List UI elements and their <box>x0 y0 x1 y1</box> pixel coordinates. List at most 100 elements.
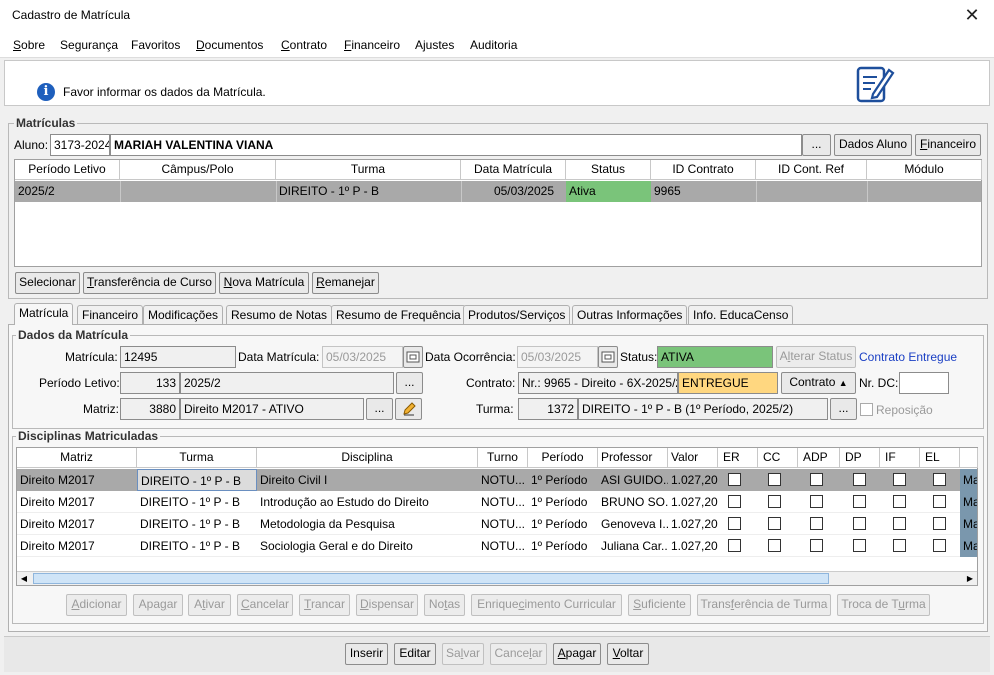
financeiro-button[interactable]: Financeiro <box>915 134 981 156</box>
tab-produtos-servicos[interactable]: Produtos/Serviços <box>463 305 571 324</box>
aluno-id-field[interactable]: 3173-2024 <box>50 134 110 156</box>
col-professor[interactable]: Professor <box>598 448 668 468</box>
col-status[interactable]: Status <box>566 160 651 180</box>
col-dp[interactable]: DP <box>840 448 880 468</box>
el-checkbox[interactable] <box>933 473 946 486</box>
menu-favoritos[interactable]: Favoritos <box>131 38 180 52</box>
cc-checkbox[interactable] <box>768 517 781 530</box>
aluno-name-field[interactable]: MARIAH VALENTINA VIANA <box>110 134 802 156</box>
selecionar-button[interactable]: Selecionar <box>15 272 80 294</box>
cancelar-button[interactable]: Cancelar <box>237 594 293 616</box>
col-turma[interactable]: Turma <box>276 160 461 180</box>
matriz-field[interactable]: Direito M2017 - ATIVO <box>180 398 364 420</box>
er-checkbox[interactable] <box>728 473 741 486</box>
table-row[interactable]: Direito M2017 DIREITO - 1º P - B Introdu… <box>17 491 977 513</box>
voltar-button[interactable]: Voltar <box>607 643 649 665</box>
ativar-button[interactable]: Ativar <box>188 594 231 616</box>
tab-resumo-frequencia[interactable]: Resumo de Frequência <box>331 305 466 324</box>
apagar-footer-button[interactable]: Apagar <box>553 643 601 665</box>
close-icon[interactable]: ✕ <box>958 3 986 27</box>
matriculas-table[interactable]: Período Letivo Câmpus/Polo Turma Data Ma… <box>14 159 982 267</box>
contrato-field[interactable]: Nr.: 9965 - Direito - 6X-2025/2 <box>518 372 678 394</box>
menu-financeiro[interactable]: Financeiro <box>344 38 400 52</box>
col-turno[interactable]: Turno <box>478 448 528 468</box>
dp-checkbox[interactable] <box>853 517 866 530</box>
adp-checkbox[interactable] <box>810 539 823 552</box>
col-periodo[interactable]: Período <box>528 448 598 468</box>
tab-outras-informacoes[interactable]: Outras Informações <box>572 305 688 324</box>
adp-checkbox[interactable] <box>810 495 823 508</box>
col-er[interactable]: ER <box>718 448 758 468</box>
transferencia-turma-button[interactable]: Transferência de Turma <box>697 594 831 616</box>
enriquecimento-curricular-button[interactable]: Enriquecimento Curricular <box>471 594 622 616</box>
dp-checkbox[interactable] <box>853 539 866 552</box>
dp-checkbox[interactable] <box>853 495 866 508</box>
er-checkbox[interactable] <box>728 495 741 508</box>
col-disciplina[interactable]: Disciplina <box>257 448 478 468</box>
menu-sobre[interactable]: Sobre <box>13 38 45 52</box>
calendar-icon[interactable] <box>403 346 423 368</box>
col-periodo-letivo[interactable]: Período Letivo <box>15 160 120 180</box>
matricula-field[interactable]: 12495 <box>120 346 236 368</box>
table-row[interactable]: 2025/2 DIREITO - 1º P - B 05/03/2025 Ati… <box>15 181 981 202</box>
periodo-id-field[interactable]: 133 <box>120 372 180 394</box>
notas-button[interactable]: Notas <box>424 594 465 616</box>
aluno-search-button[interactable]: ... <box>802 134 831 156</box>
el-checkbox[interactable] <box>933 539 946 552</box>
if-checkbox[interactable] <box>893 539 906 552</box>
menu-seguranca[interactable]: Segurança <box>60 38 118 52</box>
disciplinas-table[interactable]: Matriz Turma Disciplina Turno Período Pr… <box>16 447 978 586</box>
pencil-icon[interactable] <box>395 398 422 420</box>
scroll-right-icon[interactable]: ▶ <box>963 572 977 585</box>
scrollbar-thumb[interactable] <box>33 573 829 584</box>
scroll-left-icon[interactable]: ◀ <box>17 572 31 585</box>
col-adp[interactable]: ADP <box>798 448 840 468</box>
data-matricula-field[interactable]: 05/03/2025 <box>322 346 403 368</box>
cc-checkbox[interactable] <box>768 539 781 552</box>
turma-id-field[interactable]: 1372 <box>518 398 578 420</box>
nova-matricula-button[interactable]: Nova Matrícula <box>219 272 309 294</box>
tab-financeiro[interactable]: Financeiro <box>77 305 144 324</box>
if-checkbox[interactable] <box>893 495 906 508</box>
inserir-button[interactable]: Inserir <box>345 643 388 665</box>
matriz-id-field[interactable]: 3880 <box>120 398 180 420</box>
menu-auditoria[interactable]: Auditoria <box>470 38 517 52</box>
cc-checkbox[interactable] <box>768 495 781 508</box>
periodo-search-button[interactable]: ... <box>396 372 423 394</box>
contrato-entregue-link[interactable]: Contrato Entregue <box>859 350 957 364</box>
matriz-search-button[interactable]: ... <box>366 398 393 420</box>
suficiente-button[interactable]: Suficiente <box>628 594 691 616</box>
dp-checkbox[interactable] <box>853 473 866 486</box>
trancar-button[interactable]: Trancar <box>299 594 350 616</box>
nr-dc-field[interactable] <box>899 372 949 394</box>
col-modulo[interactable]: Módulo <box>867 160 982 180</box>
col-campus-polo[interactable]: Câmpus/Polo <box>120 160 276 180</box>
col-valor[interactable]: Valor <box>668 448 718 468</box>
col-data-matricula[interactable]: Data Matrícula <box>461 160 566 180</box>
menu-contrato[interactable]: Contrato <box>281 38 327 52</box>
alterar-status-button[interactable]: Alterar Status <box>776 346 856 368</box>
dispensar-button[interactable]: Dispensar <box>356 594 418 616</box>
transferencia-curso-button[interactable]: Transferência de Curso <box>83 272 216 294</box>
tab-resumo-notas[interactable]: Resumo de Notas <box>226 305 333 324</box>
el-checkbox[interactable] <box>933 517 946 530</box>
apagar-button[interactable]: Apagar <box>133 594 183 616</box>
reposicao-checkbox[interactable] <box>860 403 873 416</box>
er-checkbox[interactable] <box>728 539 741 552</box>
col-matriz[interactable]: Matriz <box>17 448 137 468</box>
tab-info-educacenso[interactable]: Info. EducaCenso <box>688 305 794 324</box>
troca-turma-button[interactable]: Troca de Turma <box>837 594 930 616</box>
if-checkbox[interactable] <box>893 473 906 486</box>
turma-field[interactable]: DIREITO - 1º P - B (1º Período, 2025/2) <box>578 398 828 420</box>
er-checkbox[interactable] <box>728 517 741 530</box>
el-checkbox[interactable] <box>933 495 946 508</box>
cc-checkbox[interactable] <box>768 473 781 486</box>
col-id-contrato[interactable]: ID Contrato <box>651 160 756 180</box>
data-ocorrencia-field[interactable]: 05/03/2025 <box>517 346 598 368</box>
if-checkbox[interactable] <box>893 517 906 530</box>
cancelar-footer-button[interactable]: Cancelar <box>490 643 547 665</box>
tab-matricula[interactable]: Matrícula <box>14 303 74 325</box>
col-el[interactable]: EL <box>920 448 960 468</box>
table-row[interactable]: Direito M2017 DIREITO - 1º P - B Metodol… <box>17 513 977 535</box>
col-if[interactable]: IF <box>880 448 920 468</box>
